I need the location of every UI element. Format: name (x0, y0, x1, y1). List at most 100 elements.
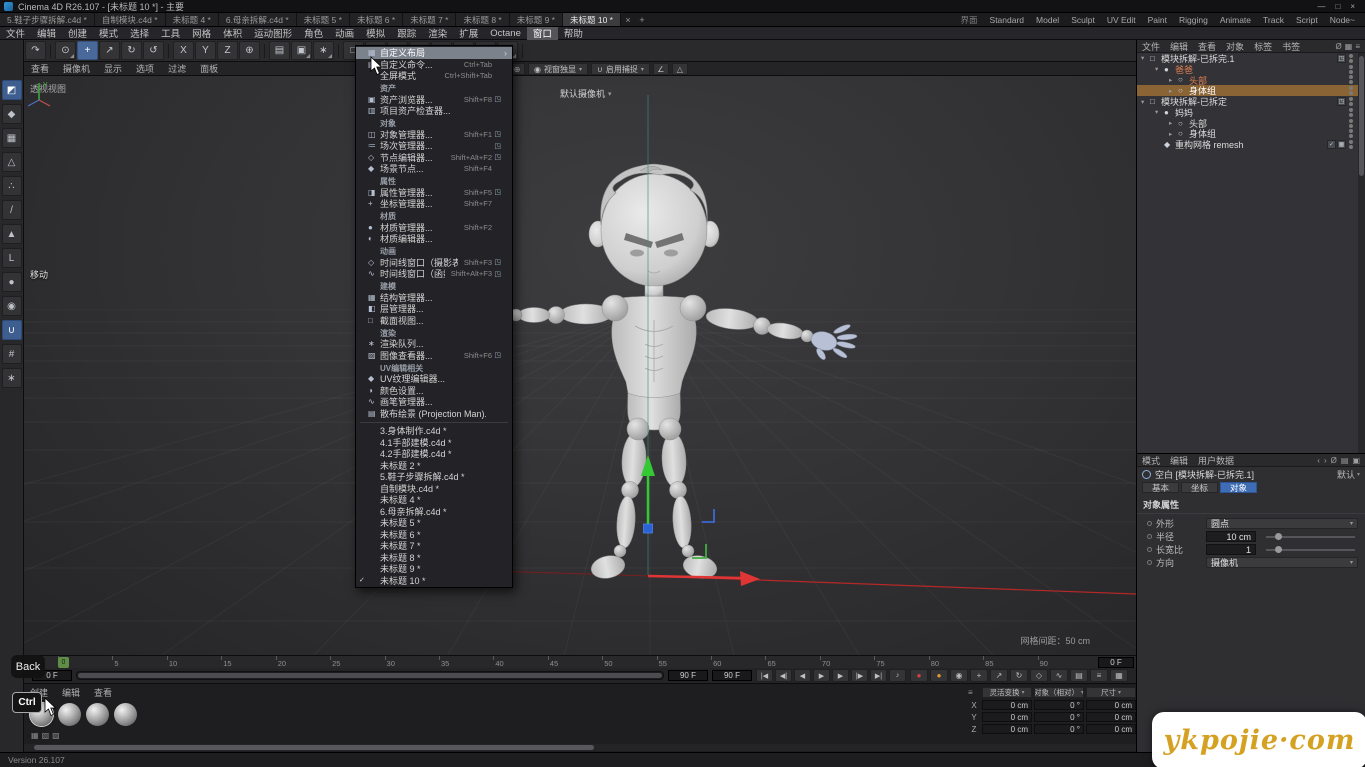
last-tool[interactable]: ↺ (143, 41, 164, 60)
expander-icon[interactable]: ▾ (1141, 54, 1150, 62)
viewport-menu-item[interactable]: 显示 (97, 62, 129, 75)
timeline-playhead[interactable]: 0 (58, 657, 69, 668)
menu-item[interactable]: ▨ 图像查看器... Shift+F6 ◳ (356, 350, 512, 362)
attribute-tab[interactable]: 基本 (1142, 482, 1179, 493)
goto-end-button[interactable]: ▶| (870, 669, 887, 682)
visibility-dots[interactable] (1349, 54, 1353, 63)
viewport-menu-item[interactable]: 摄像机 (56, 62, 97, 75)
om-menu-item[interactable]: 编辑 (1165, 40, 1193, 53)
menu-item[interactable]: ▤ 散布绘景 (Projection Man)... (356, 408, 512, 420)
om-menu-item[interactable]: 对象 (1221, 40, 1249, 53)
take-override-dot[interactable] (1147, 521, 1152, 526)
record-rotation-toggle[interactable]: ↻ (1010, 669, 1028, 682)
attribute-value-field[interactable]: 1 (1206, 544, 1256, 555)
menubar-item[interactable]: 工具 (155, 27, 186, 40)
attr-filter-icon[interactable]: ▤ (1341, 456, 1349, 465)
coords-mode-dropdown[interactable]: 尺寸▾ (1086, 687, 1136, 698)
attribute-tab[interactable]: 对象 (1220, 482, 1257, 493)
attribute-value-field[interactable]: 摄像机 ▾ (1206, 557, 1358, 568)
material-swatch[interactable] (114, 703, 137, 726)
document-tab[interactable]: 5.鞋子步骤拆解.c4d * (0, 13, 95, 26)
perspective-viewport[interactable]: 透视视图 默认摄像机▾ Y 网格间距：50 cm (24, 76, 1136, 655)
size-field[interactable]: 0 cm (1086, 700, 1136, 710)
attr-search-icon[interactable]: Ø (1331, 456, 1337, 465)
size-field[interactable]: 0 cm (1086, 712, 1136, 722)
points-mode[interactable]: ∴ (2, 176, 22, 196)
grid-snap-icon[interactable]: △ (672, 63, 688, 75)
menubar-item[interactable]: 文件 (0, 27, 31, 40)
workplane-mode[interactable]: △ (2, 152, 22, 172)
preview-range-slider[interactable] (76, 671, 664, 680)
document-tab[interactable]: 未标题 10 * (563, 13, 621, 26)
horizontal-scrollbar[interactable] (24, 744, 1136, 751)
autokey-button[interactable]: ● (930, 669, 948, 682)
layout-preset[interactable]: UV Edit (1107, 15, 1136, 25)
keyframe-selection-button[interactable]: ◉ (950, 669, 968, 682)
model-mode[interactable]: ◆ (2, 104, 22, 124)
layout-preset[interactable]: Track (1263, 15, 1284, 25)
om-menu-item[interactable]: 标签 (1249, 40, 1277, 53)
menu-item[interactable]: ∿ 时间线窗口（函数曲线）... Shift+Alt+F3 ◳ (356, 268, 512, 280)
menubar-item[interactable]: 运动图形 (248, 27, 298, 40)
record-pla-toggle[interactable]: ∿ (1050, 669, 1068, 682)
viewport-menu-item[interactable]: 面板 (193, 62, 225, 75)
menubar-item[interactable]: 模式 (93, 27, 124, 40)
enable-snap-toggle[interactable]: ∪ (2, 320, 22, 340)
angle-snap-icon[interactable]: ∠ (653, 63, 669, 75)
menubar-item[interactable]: 窗口 (527, 27, 558, 40)
layout-preset[interactable]: Script (1296, 15, 1318, 25)
enable-axis-toggle[interactable]: ● (2, 272, 22, 292)
prev-frame-button[interactable]: ◀ (794, 669, 811, 682)
attr-menu-item[interactable]: 用户数据 (1193, 454, 1239, 467)
document-tab[interactable]: 未标题 7 * (403, 13, 456, 26)
record-parameter-toggle[interactable]: ◇ (1030, 669, 1048, 682)
visibility-dots[interactable] (1349, 129, 1353, 138)
menubar-item[interactable]: 帮助 (558, 27, 589, 40)
timeline-menu-button[interactable]: ≡ (1090, 669, 1108, 682)
menubar-item[interactable]: 渲染 (422, 27, 453, 40)
attr-forward-icon[interactable]: › (1324, 456, 1327, 465)
rotation-field[interactable]: 0 ° (1034, 724, 1084, 734)
expander-icon[interactable]: ▸ (1169, 87, 1178, 95)
edges-mode[interactable]: / (2, 200, 22, 220)
axis-mode[interactable]: L (2, 248, 22, 268)
menu-item[interactable]: ✓ 未标题 10 * (356, 575, 512, 587)
material-grid-view-icon[interactable]: ▧ (42, 731, 50, 740)
expander-icon[interactable]: ▾ (1155, 65, 1164, 73)
record-position-toggle[interactable]: + (970, 669, 988, 682)
attr-menu-item[interactable]: 编辑 (1165, 454, 1193, 467)
move-tool[interactable]: + (77, 41, 98, 60)
maximize-button[interactable]: □ (1335, 2, 1340, 11)
viewport-solo-toggle[interactable]: ◉ (2, 296, 22, 316)
object-tag-icon[interactable]: ◳ (1337, 54, 1346, 63)
material-menu-item[interactable]: 编辑 (62, 686, 80, 699)
menubar-item[interactable]: 模拟 (360, 27, 391, 40)
position-field[interactable]: 0 cm (982, 700, 1032, 710)
rotation-field[interactable]: 0 ° (1034, 712, 1084, 722)
size-field[interactable]: 0 cm (1086, 724, 1136, 734)
visibility-dots[interactable] (1349, 108, 1353, 117)
document-tab[interactable]: 未标题 8 * (456, 13, 509, 26)
om-search-icon[interactable]: Ø (1336, 42, 1342, 51)
minimize-button[interactable]: — (1317, 2, 1325, 11)
tab-add-button[interactable]: + (635, 13, 649, 26)
menubar-item[interactable]: 跟踪 (391, 27, 422, 40)
object-name[interactable]: 重构网格 remesh (1175, 138, 1326, 151)
viewport-menu-item[interactable]: 选项 (129, 62, 161, 75)
position-field[interactable]: 0 cm (982, 712, 1032, 722)
layout-preset[interactable]: Paint (1148, 15, 1167, 25)
menubar-item[interactable]: 体积 (217, 27, 248, 40)
menubar-item[interactable]: 动画 (329, 27, 360, 40)
document-tab[interactable]: 自制模块.c4d * (95, 13, 166, 26)
om-menu-item[interactable]: 书签 (1277, 40, 1305, 53)
timeline-ruler[interactable]: 0 5 10 15 20 25 30 35 40 45 50 55 (24, 655, 1136, 668)
menu-item[interactable]: ◐ 材质编辑器... (356, 233, 512, 245)
visibility-dots[interactable] (1349, 86, 1353, 95)
redo-icon[interactable]: ↷ (25, 41, 46, 60)
object-tag-icon[interactable]: ✓ (1327, 140, 1336, 149)
menu-item[interactable]: ◆ 场景节点... Shift+F4 (356, 163, 512, 175)
attr-lock-icon[interactable]: ▣ (1352, 456, 1360, 465)
viewport-menu-item[interactable]: 过滤 (161, 62, 193, 75)
menubar-item[interactable]: 编辑 (31, 27, 62, 40)
record-keyframe-button[interactable]: ● (910, 669, 928, 682)
